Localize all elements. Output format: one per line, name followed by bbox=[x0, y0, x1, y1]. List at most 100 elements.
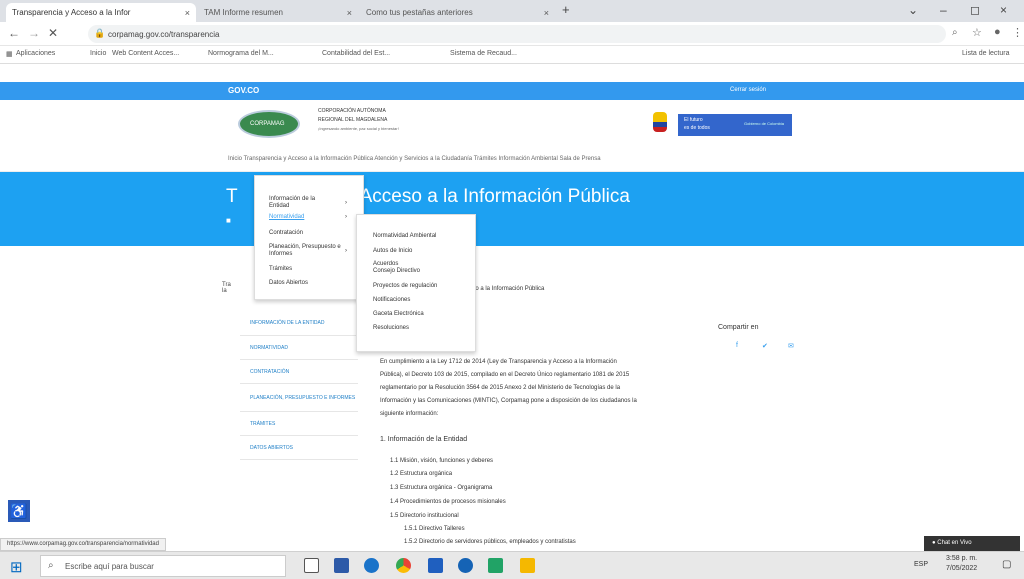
task-view-icon[interactable] bbox=[304, 558, 319, 573]
email-icon[interactable]: ✉ bbox=[788, 342, 794, 350]
menu-item-normatividad[interactable]: Normatividad bbox=[269, 214, 304, 221]
spacer bbox=[0, 64, 1024, 82]
tab-tam[interactable]: TAM Informe resumen × bbox=[198, 3, 358, 22]
menu-item-acuerdos[interactable]: Acuerdos Consejo Directivo bbox=[373, 261, 421, 275]
tab-pestanas[interactable]: Como tus pestañas anteriores × bbox=[360, 3, 555, 22]
sidebar-item-datos[interactable]: Datos Abiertos bbox=[240, 436, 358, 460]
section-heading: 1. Información de la Entidad bbox=[380, 436, 468, 443]
clock-date[interactable]: 7/05/2022 bbox=[946, 565, 977, 572]
chat-button[interactable]: ● Chat en Vivo bbox=[924, 536, 1020, 551]
profile-icon[interactable]: ● bbox=[994, 26, 1001, 38]
gov-bar: GOV.CO Cerrar sesión bbox=[0, 82, 1024, 100]
close-icon[interactable]: × bbox=[185, 8, 190, 18]
menu-item-resoluciones[interactable]: Resoluciones bbox=[373, 325, 409, 332]
sidebar-heading: Tra la bbox=[222, 282, 231, 294]
list-item[interactable]: 1.3 Estructura orgánica - Organigrama bbox=[390, 485, 492, 491]
back-icon[interactable]: ← bbox=[8, 26, 20, 40]
menu-icon[interactable]: ⋮ bbox=[1012, 26, 1023, 39]
site-header: CORPAMAG CORPORACIÓN AUTÓNOMA REGIONAL D… bbox=[0, 100, 1024, 146]
maximize-button[interactable]: ◻ bbox=[970, 3, 980, 17]
twitter-icon[interactable]: ✔ bbox=[762, 342, 768, 350]
list-item[interactable]: 1.5.1 Directivo Talleres bbox=[404, 526, 465, 532]
menu-item-informacion[interactable]: Información de la Entidad bbox=[269, 196, 329, 210]
bookmark-contabilidad[interactable]: Contabilidad del Est... bbox=[322, 50, 390, 57]
menu-item-notificaciones[interactable]: Notificaciones bbox=[373, 297, 410, 304]
menu-item-contratacion[interactable]: Contratación bbox=[269, 230, 303, 237]
list-item[interactable]: 1.2 Estructura orgánica bbox=[390, 471, 452, 477]
list-item[interactable]: 1.5.2 Directorio de servidores públicos,… bbox=[404, 539, 576, 545]
page-banner: T Acceso a la Información Pública ■ bbox=[0, 172, 1024, 246]
taskbar-search[interactable]: ⌕ Escribe aquí para buscar bbox=[40, 555, 286, 577]
transparencia-dropdown: Información de la Entidad › Normatividad… bbox=[254, 175, 364, 300]
clock-time[interactable]: 3:58 p. m. bbox=[946, 555, 977, 562]
folder-icon[interactable] bbox=[520, 558, 535, 573]
url-input[interactable]: 🔒 corpamag.gov.co/transparencia bbox=[88, 25, 946, 43]
bookmark-reading-list[interactable]: Lista de lectura bbox=[962, 50, 1009, 57]
excel-icon[interactable] bbox=[488, 558, 503, 573]
sidebar-item-informacion[interactable]: Información de la Entidad bbox=[240, 310, 358, 336]
file-explorer-icon[interactable] bbox=[334, 558, 349, 573]
list-item[interactable]: 1.1 Misión, visión, funciones y deberes bbox=[390, 458, 493, 464]
minimize-button[interactable]: – bbox=[940, 3, 947, 17]
chrome-icon[interactable] bbox=[396, 558, 411, 573]
status-url: https://www.corpamag.gov.co/transparenci… bbox=[0, 538, 166, 551]
tab-transparencia[interactable]: Transparencia y Acceso a la Infor × bbox=[6, 3, 196, 22]
sidebar-item-contratacion[interactable]: Contratación bbox=[240, 360, 358, 384]
normatividad-submenu: Normatividad Ambiental Autos de Inicio A… bbox=[356, 214, 476, 352]
logout-link[interactable]: Cerrar sesión bbox=[730, 87, 766, 93]
ie-icon[interactable] bbox=[458, 558, 473, 573]
content-subtitle: ceso a la Información Pública bbox=[466, 286, 545, 292]
tab-search-icon[interactable]: ⌄ bbox=[908, 3, 918, 17]
gov-logo[interactable]: GOV.CO bbox=[228, 86, 259, 95]
search-icon: ⌕ bbox=[48, 560, 54, 571]
list-item[interactable]: 1.5 Directorio institucional bbox=[390, 513, 459, 519]
share-label: Compartir en bbox=[718, 324, 759, 331]
sidebar-item-tramites[interactable]: Trámites bbox=[240, 412, 358, 436]
tab-bar: Transparencia y Acceso a la Infor × TAM I… bbox=[0, 0, 1024, 22]
lock-icon: 🔒 bbox=[94, 28, 106, 38]
colombia-shield-icon bbox=[653, 112, 667, 132]
top-nav: Inicio Transparencia y Acceso a la Infor… bbox=[0, 146, 1024, 172]
sidebar-item-normatividad[interactable]: Normatividad bbox=[240, 336, 358, 360]
stop-icon[interactable]: ✕ bbox=[48, 26, 58, 40]
bookmark-inicio[interactable]: Inicio bbox=[90, 50, 106, 57]
menu-item-gaceta[interactable]: Gaceta Electrónica bbox=[373, 311, 424, 318]
accessibility-icon[interactable]: ♿ bbox=[8, 500, 30, 522]
home-icon[interactable]: ■ bbox=[226, 216, 231, 225]
close-icon[interactable]: × bbox=[347, 8, 352, 18]
menu-item-tramites[interactable]: Trámites bbox=[269, 266, 292, 273]
menu-item-proyectos-regulacion[interactable]: Proyectos de regulación bbox=[373, 283, 437, 290]
close-icon[interactable]: × bbox=[544, 8, 549, 18]
facebook-icon[interactable]: f bbox=[736, 342, 738, 349]
close-window-button[interactable]: × bbox=[1000, 3, 1007, 17]
star-icon[interactable]: ☆ bbox=[972, 26, 982, 39]
chevron-right-icon: › bbox=[345, 214, 347, 220]
chevron-right-icon: › bbox=[345, 200, 347, 206]
bookmark-recaudo[interactable]: Sistema de Recaud... bbox=[450, 50, 517, 57]
apps-icon[interactable]: ▦ bbox=[6, 50, 13, 58]
edge-icon[interactable] bbox=[364, 558, 379, 573]
bookmark-web-content[interactable]: Web Content Acces... bbox=[112, 50, 179, 57]
new-tab-button[interactable]: + bbox=[562, 2, 570, 17]
sidebar-item-planeacion[interactable]: Planeación, Presupuesto e Informes bbox=[240, 384, 358, 412]
menu-item-planeacion[interactable]: Planeación, Presupuesto e Informes bbox=[269, 244, 343, 258]
bookmark-normograma[interactable]: Normograma del M... bbox=[208, 50, 274, 57]
address-bar: ← → ✕ 🔒 corpamag.gov.co/transparencia ⌕ … bbox=[0, 22, 1024, 46]
menu-item-autos-inicio[interactable]: Autos de Inicio bbox=[373, 248, 412, 255]
word-icon[interactable] bbox=[428, 558, 443, 573]
windows-start-icon[interactable]: ⊞ bbox=[10, 558, 23, 576]
notifications-icon[interactable]: ▢ bbox=[1002, 559, 1011, 570]
list-item[interactable]: 1.4 Procedimientos de procesos misionale… bbox=[390, 499, 506, 505]
bookmarks-bar: ▦ Aplicaciones Inicio Web Content Acces.… bbox=[0, 46, 1024, 64]
menu-item-datos-abiertos[interactable]: Datos Abiertos bbox=[269, 280, 308, 287]
corpamag-logo[interactable]: CORPAMAG bbox=[238, 110, 300, 138]
chevron-right-icon: › bbox=[345, 248, 347, 254]
nav-links[interactable]: Inicio Transparencia y Acceso a la Infor… bbox=[228, 156, 601, 162]
bookmark-apps[interactable]: Aplicaciones bbox=[16, 50, 55, 57]
forward-icon[interactable]: → bbox=[28, 26, 40, 40]
language-indicator[interactable]: ESP bbox=[914, 561, 928, 568]
gov-brand-block: El futuro es de todos Gobierno de Colomb… bbox=[678, 114, 792, 136]
zoom-icon[interactable]: ⌕ bbox=[952, 27, 958, 38]
menu-item-normatividad-ambiental[interactable]: Normatividad Ambiental bbox=[373, 233, 436, 240]
taskbar: ⊞ ⌕ Escribe aquí para buscar ESP 3:58 p.… bbox=[0, 551, 1024, 579]
